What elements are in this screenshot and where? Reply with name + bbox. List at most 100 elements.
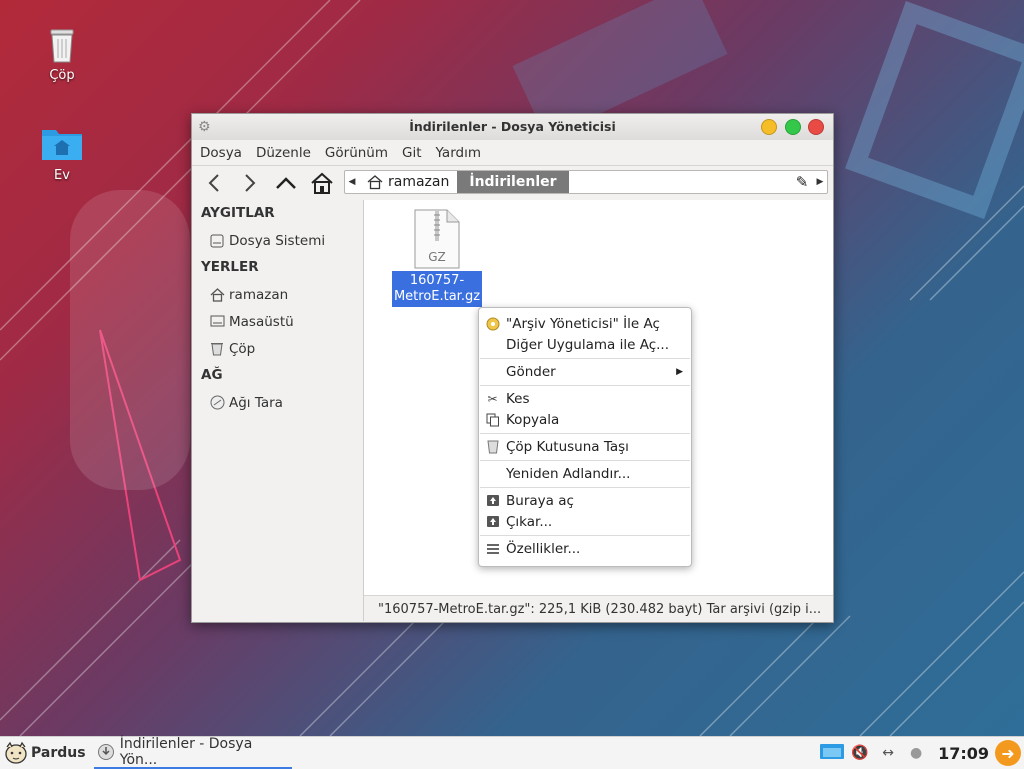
desktop-icon-label: Ev xyxy=(54,168,70,183)
submenu-arrow-icon: ▶ xyxy=(676,366,683,377)
path-crumb-home[interactable]: ramazan xyxy=(359,171,457,193)
taskbar-window-label: İndirilenler - Dosya Yön... xyxy=(119,736,253,768)
sidebar-item-label: Masaüstü xyxy=(229,313,294,330)
menu-item-label: Buraya aç xyxy=(506,492,574,509)
menu-item-label: Çöp Kutusuna Taşı xyxy=(506,438,629,455)
menu-extract-to[interactable]: Çıkar... xyxy=(479,511,691,532)
desktop-icon-trash[interactable]: Çöp xyxy=(22,22,102,83)
menu-separator xyxy=(480,433,690,434)
up-button[interactable] xyxy=(268,168,304,198)
menu-item-label: Özellikler... xyxy=(506,540,581,557)
trash-icon xyxy=(479,439,506,454)
chevron-right-icon xyxy=(245,174,256,192)
file-name-line1: 160757- xyxy=(409,273,465,288)
menu-rename[interactable]: Yeniden Adlandır... xyxy=(479,463,691,484)
properties-list-icon xyxy=(479,543,506,555)
sidebar-item-desktop[interactable]: Masaüstü xyxy=(192,308,363,335)
network-icon xyxy=(209,395,225,411)
file-name-line2: MetroE.tar.gz xyxy=(393,289,481,304)
path-scroll-right-icon[interactable]: ▶ xyxy=(813,177,827,187)
sidebar-item-ramazan[interactable]: ramazan xyxy=(192,281,363,308)
file-name: 160757- MetroE.tar.gz xyxy=(391,271,483,307)
path-crumb-current[interactable]: İndirilenler xyxy=(457,171,569,193)
taskbar-window-button[interactable]: İndirilenler - Dosya Yön... xyxy=(94,736,292,769)
pencil-icon[interactable]: ✎ xyxy=(791,173,813,191)
sidebar-item-label: Ağı Tara xyxy=(229,394,283,411)
system-tray: 🔇 ↔ ● 17:09 ➜ xyxy=(818,737,1024,769)
menu-extract-here[interactable]: Buraya aç xyxy=(479,490,691,511)
chevron-left-icon xyxy=(208,174,219,192)
forward-button[interactable] xyxy=(232,168,268,198)
chevron-up-icon xyxy=(276,177,296,189)
copy-icon xyxy=(479,413,506,427)
volume-muted-icon[interactable]: 🔇 xyxy=(846,745,874,761)
menu-move-to-trash[interactable]: Çöp Kutusuna Taşı xyxy=(479,436,691,457)
menu-open-with-other-app[interactable]: Diğer Uygulama ile Aç... xyxy=(479,334,691,355)
maximize-button[interactable] xyxy=(785,119,801,135)
sidebar-section-places: YERLER xyxy=(201,259,259,275)
status-bar: "160757-MetroE.tar.gz": 225,1 KiB (230.4… xyxy=(364,595,833,622)
desktop-icon-label: Çöp xyxy=(49,68,75,83)
logout-arrow-icon[interactable]: ➜ xyxy=(995,740,1021,766)
menu-properties[interactable]: Özellikler... xyxy=(479,538,691,559)
menu-yardim[interactable]: Yardım xyxy=(436,145,481,161)
path-bar: ◀ ramazan İndirilenler ✎ ▶ xyxy=(344,170,828,194)
desktop-icon-home[interactable]: Ev xyxy=(22,122,102,183)
sidebar-item-filesystem[interactable]: Dosya Sistemi xyxy=(192,227,363,254)
path-crumb-home-label: ramazan xyxy=(388,174,450,190)
menu-copy[interactable]: Kopyala xyxy=(479,409,691,430)
menu-separator xyxy=(480,358,690,359)
menu-separator xyxy=(480,385,690,386)
menu-separator xyxy=(480,460,690,461)
archive-manager-icon xyxy=(479,317,506,331)
taskbar: Pardus İndirilenler - Dosya Yön... 🔇 ↔ ●… xyxy=(0,736,1024,769)
menu-separator xyxy=(480,535,690,536)
sidebar-section-network: AĞ xyxy=(201,367,223,383)
context-menu: "Arşiv Yöneticisi" İle Aç Diğer Uygulama… xyxy=(478,307,692,567)
menu-send-to[interactable]: Gönder ▶ xyxy=(479,361,691,382)
menu-item-label: Kes xyxy=(506,390,530,407)
desktop-icon xyxy=(209,314,225,330)
home-small-icon xyxy=(367,175,383,190)
pardus-logo-icon xyxy=(5,741,27,764)
window-switcher-icon[interactable] xyxy=(818,742,846,764)
sidebar-item-trash[interactable]: Çöp xyxy=(192,335,363,362)
menu-item-label: Kopyala xyxy=(506,411,560,428)
menu-cut[interactable]: ✂ Kes xyxy=(479,388,691,409)
menu-item-label: Çıkar... xyxy=(506,513,553,530)
extract-icon xyxy=(479,515,506,528)
menu-git[interactable]: Git xyxy=(402,145,422,161)
menu-dosya[interactable]: Dosya xyxy=(200,145,242,161)
scissors-icon: ✂ xyxy=(487,391,498,406)
sidebar: AYGITLAR Dosya Sistemi YERLER ramazan Ma… xyxy=(192,200,364,621)
window-title: İndirilenler - Dosya Yöneticisi xyxy=(409,119,616,134)
home-icon xyxy=(311,172,333,194)
network-arrows-icon[interactable]: ↔ xyxy=(874,745,902,761)
start-label: Pardus xyxy=(31,745,86,761)
window-titlebar[interactable]: ⚙ İndirilenler - Dosya Yöneticisi xyxy=(192,114,833,140)
menu-duzenle[interactable]: Düzenle xyxy=(256,145,311,161)
file-item[interactable]: GZ 160757- MetroE.tar.gz xyxy=(391,209,483,307)
sidebar-item-browse-network[interactable]: Ağı Tara xyxy=(192,389,363,416)
extract-icon xyxy=(479,494,506,507)
menu-gorunum[interactable]: Görünüm xyxy=(325,145,388,161)
home-icon xyxy=(209,287,225,303)
minimize-button[interactable] xyxy=(761,119,777,135)
clock[interactable]: 17:09 xyxy=(938,744,989,763)
path-scroll-left-icon[interactable]: ◀ xyxy=(345,177,359,187)
menu-separator xyxy=(480,487,690,488)
menu-item-label: Yeniden Adlandır... xyxy=(506,465,631,482)
back-button[interactable] xyxy=(196,168,232,198)
drive-icon xyxy=(209,233,225,249)
file-manager-app-icon xyxy=(98,744,114,760)
sidebar-item-label: Çöp xyxy=(229,340,256,357)
close-button[interactable] xyxy=(808,119,824,135)
menu-open-with-archive-manager[interactable]: "Arşiv Yöneticisi" İle Aç xyxy=(479,313,691,334)
start-menu-button[interactable]: Pardus xyxy=(0,741,91,765)
status-indicator-icon[interactable]: ● xyxy=(902,745,930,761)
home-button[interactable] xyxy=(304,168,340,198)
sidebar-item-label: ramazan xyxy=(229,286,289,303)
menu-item-label: Gönder xyxy=(506,363,556,380)
trash-icon xyxy=(209,341,225,357)
archive-file-icon: GZ xyxy=(414,209,460,269)
